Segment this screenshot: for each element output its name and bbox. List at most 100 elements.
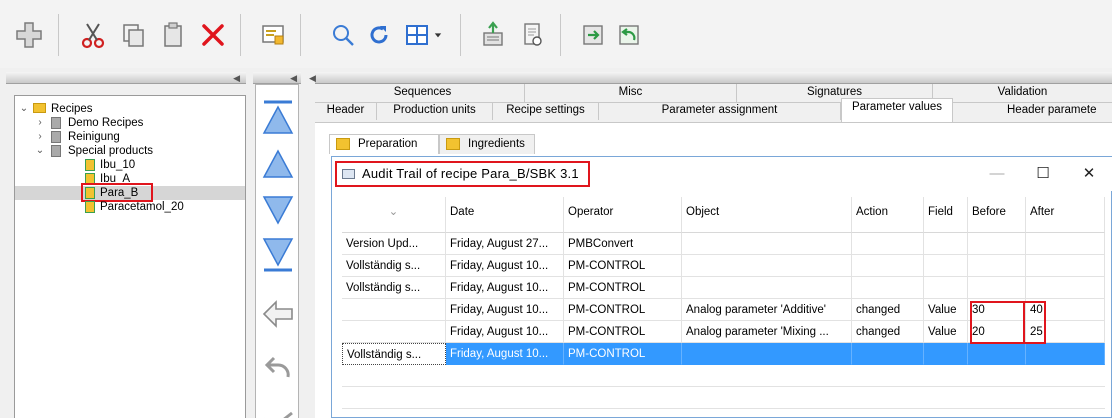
- column-header-sort[interactable]: ⌄: [342, 197, 446, 233]
- search-icon[interactable]: [326, 18, 360, 52]
- back-icon[interactable]: [260, 347, 296, 385]
- move-buttons: [255, 84, 299, 418]
- cell-description: Version Upd...: [342, 233, 446, 255]
- subtab-preparation[interactable]: Preparation: [329, 134, 439, 154]
- cell-after: [1026, 233, 1105, 255]
- collapsed-icon[interactable]: ›: [35, 130, 45, 144]
- tab-misc[interactable]: Misc: [525, 84, 737, 102]
- import-icon[interactable]: [576, 18, 610, 52]
- minimize-icon[interactable]: —: [983, 163, 1011, 185]
- column-header-operator[interactable]: Operator: [564, 197, 682, 233]
- annotation-box-title: [335, 161, 590, 187]
- tab-parameter-values[interactable]: Parameter values: [841, 98, 953, 122]
- cell-action: [852, 255, 924, 277]
- column-header-date[interactable]: Date: [446, 197, 564, 233]
- cell-after: [1026, 343, 1105, 365]
- tab-production-units[interactable]: Production units: [377, 102, 493, 120]
- move-left-icon[interactable]: [260, 295, 296, 333]
- move-panel-header: ◀: [253, 72, 301, 84]
- cell-action: [852, 277, 924, 299]
- cell-description: Vollständig s...: [342, 343, 446, 365]
- cell-field: [924, 343, 968, 365]
- move-bottom-icon[interactable]: [260, 235, 296, 273]
- move-down-icon[interactable]: [260, 191, 296, 229]
- subtab-label: Ingredients: [468, 138, 525, 150]
- subtab-ingredients[interactable]: Ingredients: [439, 134, 535, 154]
- column-header-after[interactable]: After: [1026, 197, 1105, 233]
- cell-after: [1026, 255, 1105, 277]
- cell-action: [852, 233, 924, 255]
- column-header-action[interactable]: Action: [852, 197, 924, 233]
- recipe-icon: [85, 187, 95, 199]
- move-up-icon[interactable]: [260, 145, 296, 183]
- cell-operator: PM-CONTROL: [564, 277, 682, 299]
- cell-action: changed: [852, 321, 924, 343]
- tab-validation[interactable]: Validation: [933, 84, 1112, 102]
- folder-icon: [336, 138, 350, 150]
- recipe-icon: [85, 159, 95, 171]
- add-icon[interactable]: [12, 18, 46, 52]
- confirm-icon[interactable]: [260, 395, 296, 418]
- preview-icon[interactable]: [516, 18, 550, 52]
- collapsed-icon[interactable]: ›: [35, 116, 45, 130]
- close-icon[interactable]: ✕: [1075, 163, 1103, 185]
- tab-sequences[interactable]: Sequences: [321, 84, 525, 102]
- tree-item-para-b[interactable]: Para_B: [15, 186, 245, 200]
- maximize-icon[interactable]: ☐: [1029, 163, 1057, 185]
- column-header-before[interactable]: Before: [968, 197, 1026, 233]
- library-icon: [51, 117, 61, 129]
- collapse-left-icon[interactable]: ◀: [309, 72, 316, 84]
- cell-date: Friday, August 10...: [446, 299, 564, 321]
- audit-trail-titlebar[interactable]: Audit Trail of recipe Para_B/SBK 3.1 — ☐…: [332, 157, 1112, 191]
- cell-description: [342, 321, 446, 343]
- cell-date: Friday, August 10...: [446, 343, 564, 365]
- cell-after: [1026, 277, 1105, 299]
- refresh-icon[interactable]: [362, 18, 396, 52]
- cell-operator: PMBConvert: [564, 233, 682, 255]
- cut-icon[interactable]: [76, 18, 110, 52]
- recipe-icon: [85, 201, 95, 213]
- column-header-object[interactable]: Object: [682, 197, 852, 233]
- cell-date: Friday, August 10...: [446, 321, 564, 343]
- cell-before: [968, 233, 1026, 255]
- tab-header-parameters[interactable]: Header paramete: [953, 102, 1112, 120]
- properties-icon[interactable]: [256, 18, 290, 52]
- tree-item-label: Demo Recipes: [68, 117, 144, 129]
- expand-icon[interactable]: ⌄: [35, 144, 45, 158]
- dropdown-arrow-icon[interactable]: [428, 18, 448, 52]
- library-icon: [51, 131, 61, 143]
- tab-recipe-settings[interactable]: Recipe settings: [493, 102, 599, 120]
- tree-panel-header: ◀: [6, 72, 246, 84]
- empty-row: [342, 387, 1105, 409]
- undo-icon[interactable]: [612, 18, 646, 52]
- cell-description: Vollständig s...: [342, 277, 446, 299]
- column-header-field[interactable]: Field: [924, 197, 968, 233]
- cell-before: 30: [968, 299, 1026, 321]
- tab-parameter-assignment[interactable]: Parameter assignment: [599, 102, 841, 120]
- tree-item-label: Ibu_A: [100, 173, 131, 185]
- tree-item-label: Ibu_10: [100, 159, 136, 171]
- cell-operator: PM-CONTROL: [564, 299, 682, 321]
- expand-icon[interactable]: ⌄: [19, 102, 29, 116]
- tree-item-label: Reinigung: [68, 131, 120, 143]
- audit-trail-window: Audit Trail of recipe Para_B/SBK 3.1 — ☐…: [331, 156, 1112, 418]
- cell-date: Friday, August 27...: [446, 233, 564, 255]
- cell-operator: PM-CONTROL: [564, 321, 682, 343]
- paste-icon[interactable]: [156, 18, 190, 52]
- copy-icon[interactable]: [116, 18, 150, 52]
- tree-item-label: Special products: [68, 145, 154, 157]
- tree-panel: ◀ ⌄ Recipes › Demo Recipes › Reinigung ⌄…: [0, 68, 247, 418]
- cell-description: [342, 299, 446, 321]
- cell-action: changed: [852, 299, 924, 321]
- library-icon: [51, 145, 61, 157]
- cell-action: [852, 343, 924, 365]
- tab-header[interactable]: Header: [315, 102, 377, 120]
- move-top-icon[interactable]: [260, 99, 296, 137]
- export-icon[interactable]: [476, 18, 510, 52]
- delete-icon[interactable]: [196, 18, 230, 52]
- tree-item-label: Recipes: [51, 103, 93, 115]
- audit-trail-grid: ⌄ Date Operator Object Action Field Befo…: [342, 197, 1105, 418]
- collapse-left-icon[interactable]: ◀: [233, 72, 240, 84]
- collapse-left-icon[interactable]: ◀: [290, 72, 297, 84]
- cell-operator: PM-CONTROL: [564, 255, 682, 277]
